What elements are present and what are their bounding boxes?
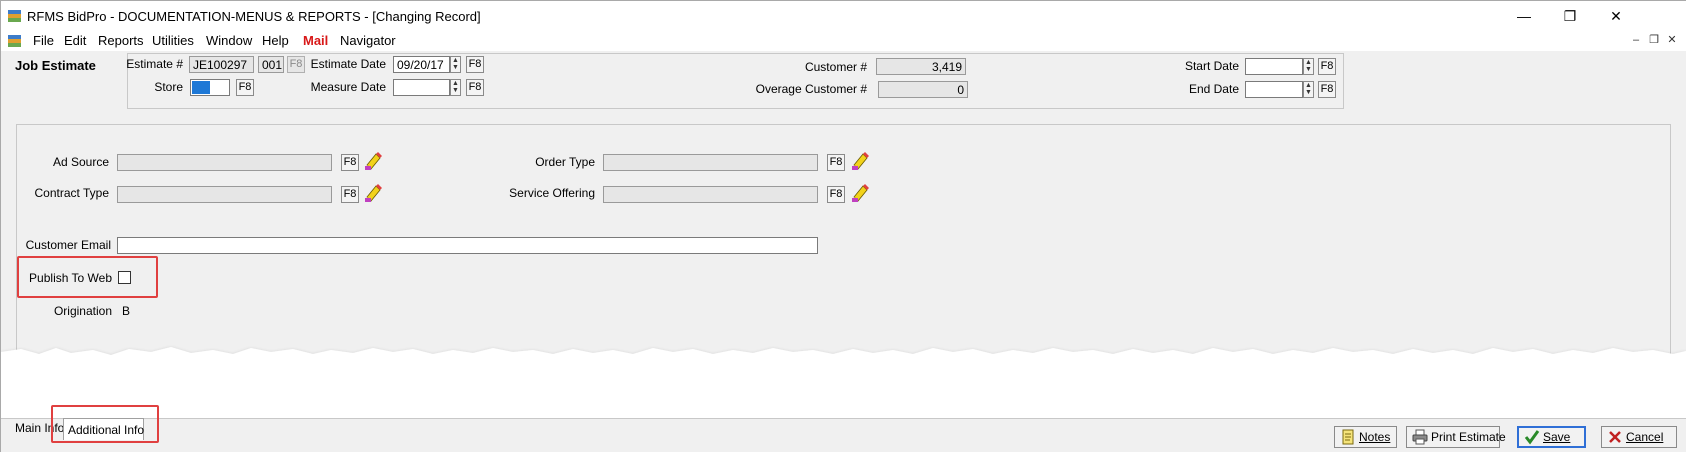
minimize-button[interactable]: — [1501, 1, 1547, 31]
save-button[interactable]: Save [1517, 426, 1586, 448]
end-date-field[interactable] [1245, 81, 1303, 98]
customer-email-label: Customer Email [25, 238, 111, 252]
menu-help[interactable]: Help [262, 33, 289, 48]
ad-source-label: Ad Source [52, 155, 109, 169]
measure-date-spinner[interactable]: ▲ ▼ [450, 79, 461, 96]
app-icon [8, 10, 21, 22]
menu-navigator[interactable]: Navigator [340, 33, 396, 48]
menu-bar: File Edit Reports Utilities Window Help … [1, 31, 1686, 51]
service-offering-field[interactable] [603, 186, 818, 203]
menu-reports[interactable]: Reports [98, 33, 144, 48]
origination-value: B [122, 304, 131, 318]
cancel-button[interactable]: Cancel [1601, 426, 1677, 448]
estimate-date-label: Estimate Date [310, 57, 386, 71]
menu-utilities[interactable]: Utilities [152, 33, 194, 48]
print-estimate-button[interactable]: Print Estimate [1406, 426, 1506, 448]
order-type-label: Order Type [535, 155, 595, 169]
estimate-number-label: Estimate # [126, 57, 183, 71]
ad-source-field[interactable] [117, 154, 332, 171]
checkmark-icon [1524, 430, 1540, 445]
mdi-minimize-button[interactable]: – [1628, 33, 1644, 47]
maximize-button[interactable]: ❐ [1547, 1, 1593, 31]
service-offering-label: Service Offering [509, 186, 595, 200]
estimate-suffix-field[interactable]: 001 [258, 56, 284, 73]
estimate-date-field[interactable]: 09/20/17 [393, 56, 450, 73]
start-date-spinner[interactable]: ▲ ▼ [1303, 58, 1314, 75]
end-date-spinner[interactable]: ▲ ▼ [1303, 81, 1314, 98]
contract-type-edit-pencil-icon[interactable] [363, 183, 383, 203]
mdi-child-icon [8, 35, 21, 47]
additional-info-tab-highlight [51, 405, 159, 443]
cancel-button-label: Cancel [1626, 430, 1664, 444]
menu-file[interactable]: File [33, 33, 54, 48]
estimate-date-spinner[interactable]: ▲ ▼ [450, 56, 461, 73]
section-title: Job Estimate [15, 58, 96, 73]
close-button[interactable]: ✕ [1593, 1, 1639, 31]
contract-type-f8-button[interactable]: F8 [341, 186, 359, 203]
blank-strip [1, 365, 1686, 418]
order-type-f8-button[interactable]: F8 [827, 154, 845, 171]
cancel-x-icon [1609, 431, 1621, 443]
store-field-selection [192, 81, 210, 94]
measure-date-label: Measure Date [310, 80, 386, 94]
measure-date-f8-button[interactable]: F8 [466, 79, 484, 96]
service-offering-edit-pencil-icon[interactable] [850, 183, 870, 203]
customer-number-label: Customer # [804, 60, 867, 74]
menu-window[interactable]: Window [206, 33, 252, 48]
store-label: Store [154, 80, 183, 94]
mdi-close-button[interactable]: ✕ [1664, 33, 1680, 47]
overage-customer-field[interactable]: 0 [878, 81, 968, 98]
window-title: RFMS BidPro - DOCUMENTATION-MENUS & REPO… [27, 9, 481, 24]
store-field[interactable] [190, 79, 230, 96]
print-estimate-button-label: Print Estimate [1431, 430, 1506, 444]
order-type-field[interactable] [603, 154, 818, 171]
order-type-edit-pencil-icon[interactable] [850, 151, 870, 171]
contract-type-label: Contract Type [34, 186, 109, 200]
mdi-restore-button[interactable]: ❐ [1646, 33, 1662, 47]
estimate-number-field[interactable]: JE100297 [189, 56, 254, 73]
service-offering-f8-button[interactable]: F8 [827, 186, 845, 203]
notes-button-label: Notes [1359, 430, 1391, 444]
notes-icon [1342, 429, 1354, 445]
customer-number-field[interactable]: 3,419 [876, 58, 966, 75]
start-date-label: Start Date [1184, 59, 1239, 73]
ad-source-edit-pencil-icon[interactable] [363, 151, 383, 171]
save-button-label: Save [1543, 430, 1571, 444]
start-date-field[interactable] [1245, 58, 1303, 75]
customer-email-field[interactable] [117, 237, 818, 254]
end-date-f8-button[interactable]: F8 [1318, 81, 1336, 98]
origination-label: Origination [53, 304, 112, 318]
menu-edit[interactable]: Edit [64, 33, 86, 48]
notes-button[interactable]: Notes [1334, 426, 1397, 448]
end-date-label: End Date [1188, 82, 1239, 96]
menu-mail[interactable]: Mail [303, 33, 328, 48]
publish-to-web-highlight [17, 256, 158, 298]
contract-type-field[interactable] [117, 186, 332, 203]
start-date-f8-button[interactable]: F8 [1318, 58, 1336, 75]
measure-date-field[interactable] [393, 79, 450, 96]
estimate-date-f8-button[interactable]: F8 [466, 56, 484, 73]
store-lookup-f8-button[interactable]: F8 [236, 79, 254, 96]
overage-customer-label: Overage Customer # [755, 82, 867, 96]
printer-icon [1412, 429, 1428, 445]
ad-source-f8-button[interactable]: F8 [341, 154, 359, 171]
title-bar[interactable]: RFMS BidPro - DOCUMENTATION-MENUS & REPO… [1, 1, 1686, 31]
